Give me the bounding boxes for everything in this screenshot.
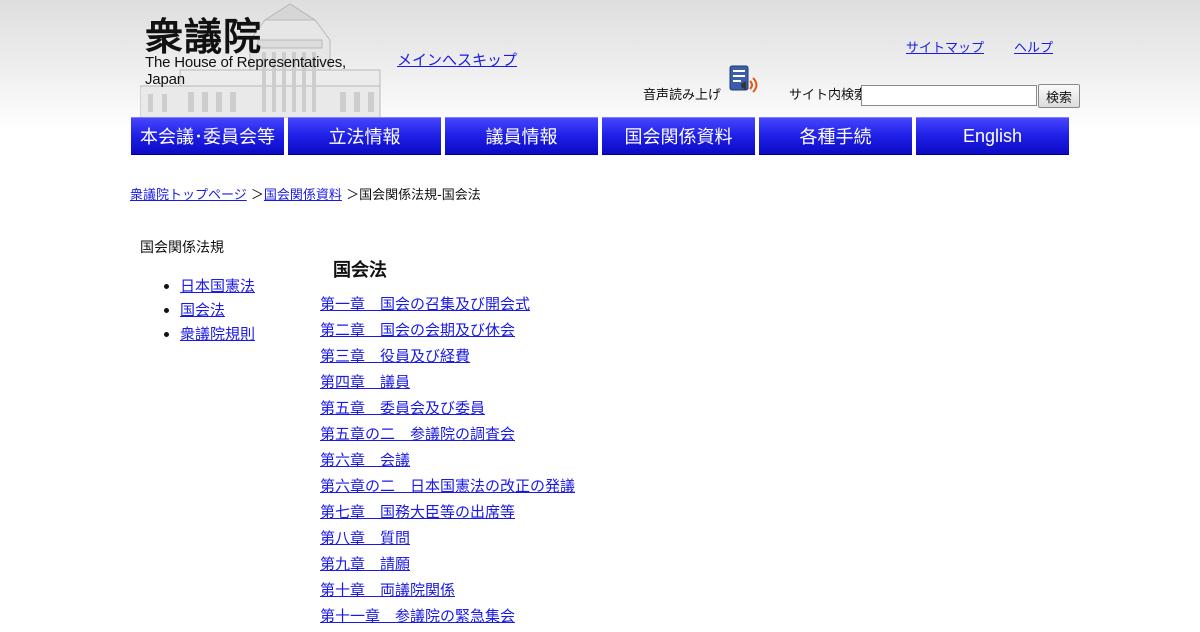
- sidebar-link-diet-law[interactable]: 国会法: [180, 301, 225, 319]
- chapter-list: 第一章 国会の召集及び開会式 第二章 国会の会期及び休会 第三章 役員及び経費 …: [320, 294, 575, 632]
- chapter-link[interactable]: 第三章 役員及び経費: [320, 347, 470, 365]
- list-item: 第三章 役員及び経費: [320, 346, 575, 372]
- list-item: 第六章の二 日本国憲法の改正の発議: [320, 476, 575, 502]
- list-item: 第五章 委員会及び委員: [320, 398, 575, 424]
- voice-reader-icon[interactable]: [727, 64, 761, 102]
- breadcrumb-link-diet-documents[interactable]: 国会関係資料: [264, 188, 342, 203]
- voice-reader-label: 音声読み上げ: [643, 88, 722, 103]
- nav-item-plenary-committees[interactable]: 本会議･委員会等: [131, 117, 284, 155]
- chapter-link[interactable]: 第一章 国会の召集及び開会式: [320, 295, 530, 313]
- sidebar-list: 日本国憲法 国会法 衆議院規則: [160, 276, 255, 348]
- list-item: 第六章 会議: [320, 450, 575, 476]
- breadcrumb-separator: ＞: [250, 188, 264, 203]
- chapter-link[interactable]: 第六章の二 日本国憲法の改正の発議: [320, 477, 575, 495]
- chapter-link[interactable]: 第十章 両議院関係: [320, 581, 455, 599]
- site-search-label: サイト内検索: [789, 88, 868, 103]
- list-item: 第四章 議員: [320, 372, 575, 398]
- breadcrumb-current: 国会関係法規-国会法: [359, 188, 481, 203]
- sidebar-item: 日本国憲法: [180, 276, 255, 300]
- sidebar-item: 国会法: [180, 300, 255, 324]
- nav-item-members[interactable]: 議員情報: [445, 117, 598, 155]
- help-link[interactable]: ヘルプ: [1014, 37, 1053, 56]
- site-search-input[interactable]: [861, 85, 1037, 106]
- chapter-link[interactable]: 第六章 会議: [320, 451, 410, 469]
- chapter-link[interactable]: 第九章 請願: [320, 555, 410, 573]
- nav-item-english[interactable]: English: [916, 117, 1069, 155]
- list-item: 第一章 国会の召集及び開会式: [320, 294, 575, 320]
- breadcrumb-link-top[interactable]: 衆議院トップページ: [130, 188, 247, 203]
- sitemap-link[interactable]: サイトマップ: [906, 37, 984, 56]
- chapter-link[interactable]: 第二章 国会の会期及び休会: [320, 321, 515, 339]
- chapter-link[interactable]: 第八章 質問: [320, 529, 410, 547]
- nav-item-procedures[interactable]: 各種手続: [759, 117, 912, 155]
- search-button[interactable]: 検索: [1038, 84, 1080, 108]
- chapter-link[interactable]: 第五章の二 参議院の調査会: [320, 425, 515, 443]
- chapter-link[interactable]: 第十一章 参議院の緊急集会: [320, 607, 515, 625]
- list-item: 第五章の二 参議院の調査会: [320, 424, 575, 450]
- sidebar-link-constitution[interactable]: 日本国憲法: [180, 277, 255, 295]
- sidebar-link-house-rules[interactable]: 衆議院規則: [180, 325, 255, 343]
- site-logo[interactable]: 衆議院 The House of Representatives, Japan: [140, 0, 382, 118]
- chapter-link[interactable]: 第七章 国務大臣等の出席等: [320, 503, 515, 521]
- list-item: 第九章 請願: [320, 554, 575, 580]
- chapter-link[interactable]: 第四章 議員: [320, 373, 410, 391]
- nav-item-diet-documents[interactable]: 国会関係資料: [602, 117, 755, 155]
- list-item: 第八章 質問: [320, 528, 575, 554]
- chapter-link[interactable]: 第五章 委員会及び委員: [320, 399, 485, 417]
- list-item: 第七章 国務大臣等の出席等: [320, 502, 575, 528]
- nav-item-legislation[interactable]: 立法情報: [288, 117, 441, 155]
- logo-title: 衆議院: [145, 14, 263, 59]
- skip-to-main-link[interactable]: メインへスキップ: [397, 49, 517, 70]
- sidebar-item: 衆議院規則: [180, 324, 255, 348]
- list-item: 第十章 両議院関係: [320, 580, 575, 606]
- list-item: 第十一章 参議院の緊急集会: [320, 606, 575, 632]
- sidebar-heading: 国会関係法規: [140, 240, 224, 256]
- breadcrumb: 衆議院トップページ ＞国会関係資料 ＞国会関係法規-国会法: [130, 184, 481, 203]
- list-item: 第二章 国会の会期及び休会: [320, 320, 575, 346]
- page-title: 国会法: [333, 260, 387, 281]
- breadcrumb-separator: ＞: [346, 188, 360, 203]
- logo-subtitle: The House of Representatives, Japan: [145, 54, 346, 88]
